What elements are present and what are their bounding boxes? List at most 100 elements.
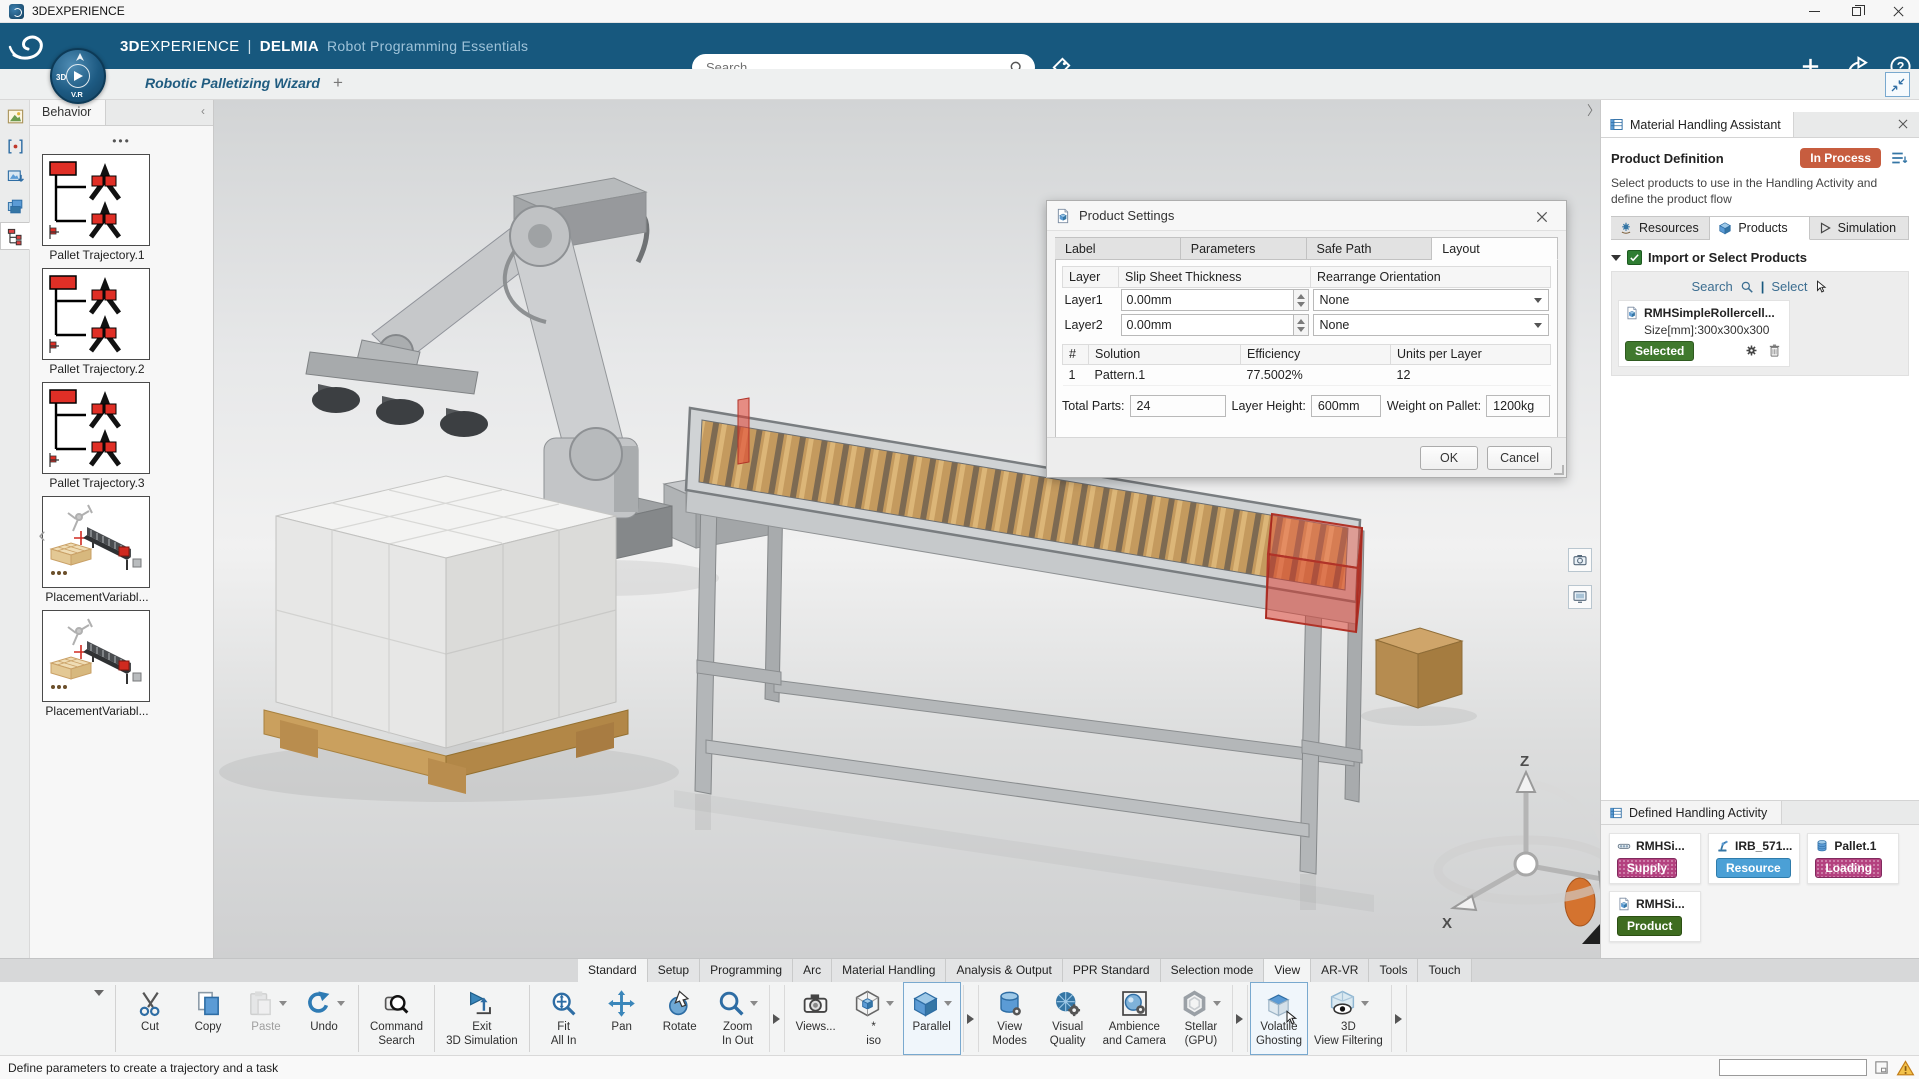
flyout-arrow[interactable] — [963, 985, 979, 1052]
panel-collapse-chevron[interactable]: ‹ — [201, 100, 213, 125]
resources[interactable]: Resources — [1611, 216, 1710, 240]
assistant-close-button[interactable] — [1896, 112, 1919, 137]
behavior-tab[interactable]: Behavior — [30, 100, 106, 125]
panel-edge-collapse[interactable]: ‹ — [32, 518, 52, 552]
roller-conveyor[interactable] — [686, 408, 1364, 910]
rotate-button[interactable]: Rotate — [651, 982, 709, 1055]
iso-view-button[interactable]: * iso — [845, 982, 903, 1055]
cancel-button[interactable]: Cancel — [1487, 446, 1552, 470]
analysis-output[interactable]: Analysis & Output — [946, 959, 1062, 982]
setup[interactable]: Setup — [648, 959, 700, 982]
product-settings-dialog[interactable]: Product Settings Label Parameters Safe P… — [1046, 200, 1567, 478]
viewport-resize-handle[interactable] — [1582, 924, 1600, 944]
visual-quality-button[interactable]: Visual Quality — [1039, 982, 1097, 1055]
chevron-down-icon[interactable] — [944, 1001, 952, 1006]
field-input[interactable] — [1130, 395, 1226, 417]
edge-equipment[interactable] — [1565, 878, 1595, 926]
chevron-down-icon[interactable] — [750, 1001, 758, 1006]
window-layout-icon[interactable] — [1873, 1059, 1890, 1076]
collapse-panels-button[interactable] — [1885, 72, 1910, 97]
status-input[interactable] — [1719, 1059, 1867, 1076]
view-filtering-button[interactable]: 3D View Filtering — [1308, 982, 1389, 1055]
undo-button[interactable]: Undo — [295, 982, 353, 1055]
tab-robotic-palletizing-wizard[interactable]: Robotic Palletizing Wizard — [145, 75, 320, 91]
dialog-close-button[interactable] — [1534, 207, 1558, 225]
standard[interactable]: Standard — [578, 959, 648, 982]
activity-card[interactable]: IRB_571... Resource — [1708, 833, 1800, 884]
tools[interactable]: Tools — [1369, 959, 1418, 982]
parallel-button[interactable]: Parallel — [903, 982, 961, 1055]
ppr-standard[interactable]: PPR Standard — [1063, 959, 1161, 982]
paste-button[interactable]: Paste — [237, 982, 295, 1055]
simulation[interactable]: Simulation — [1810, 216, 1909, 240]
flyout-arrow[interactable] — [1232, 985, 1248, 1052]
3dexperience-compass[interactable]: 3D V.R — [50, 48, 106, 104]
flyout-arrow[interactable] — [769, 985, 785, 1052]
3ds-logo[interactable] — [6, 27, 50, 67]
warning-icon[interactable] — [1896, 1059, 1913, 1076]
pan-button[interactable]: Pan — [593, 982, 651, 1055]
material-handling[interactable]: Material Handling — [832, 959, 946, 982]
fit-all-in-button[interactable]: Fit All In — [535, 982, 593, 1055]
activity-card[interactable]: RMHSi... Supply — [1609, 833, 1701, 884]
field-input[interactable] — [1486, 395, 1550, 417]
select-products-button[interactable]: Select — [1771, 279, 1807, 294]
activity-card[interactable]: Pallet.1 Loading — [1807, 833, 1899, 884]
safe-path[interactable]: Safe Path — [1307, 237, 1433, 260]
thickness-stepper[interactable] — [1294, 289, 1309, 311]
search-products-button[interactable]: Search — [1692, 279, 1733, 294]
orientation-select[interactable]: None — [1313, 289, 1549, 311]
products[interactable]: Products — [1710, 216, 1809, 240]
volatile-ghosting-button[interactable]: Volatile Ghosting — [1250, 982, 1308, 1055]
add-tab-button[interactable]: + — [327, 73, 349, 93]
arc[interactable]: Arc — [793, 959, 832, 982]
dialog-resize-handle[interactable] — [1554, 465, 1564, 475]
assistant-title-tab[interactable]: Material Handling Assistant — [1601, 112, 1794, 137]
label[interactable]: Label — [1055, 237, 1181, 260]
stellar-gpu-button[interactable]: Stellar (GPU) — [1172, 982, 1230, 1055]
maximize-button[interactable] — [1835, 0, 1877, 22]
thickness-input[interactable] — [1121, 314, 1294, 336]
thickness-stepper[interactable] — [1294, 314, 1309, 336]
exit-3d-simulation-button[interactable]: Exit 3D Simulation — [440, 982, 524, 1055]
programming[interactable]: Programming — [700, 959, 793, 982]
render-settings-button[interactable] — [1568, 548, 1592, 572]
step-list-icon[interactable] — [1889, 149, 1909, 167]
defined-activity-title-tab[interactable]: Defined Handling Activity — [1601, 801, 1782, 824]
behavior-item[interactable]: Pallet Trajectory.2 — [42, 268, 152, 376]
overflow-dots[interactable]: ••• — [30, 134, 213, 148]
close-button[interactable] — [1877, 0, 1919, 22]
parameters[interactable]: Parameters — [1181, 237, 1307, 260]
ambience-camera-button[interactable]: Ambience and Camera — [1097, 982, 1172, 1055]
layout[interactable]: Layout — [1432, 237, 1558, 260]
selection-mode[interactable]: Selection mode — [1161, 959, 1265, 982]
highlight-box[interactable] — [1266, 514, 1362, 632]
chevron-down-icon[interactable] — [1361, 1001, 1369, 1006]
gear-icon[interactable] — [1744, 343, 1760, 359]
dialog-title-bar[interactable]: Product Settings — [1047, 201, 1566, 231]
touch[interactable]: Touch — [1418, 959, 1471, 982]
ar-vr[interactable]: AR-VR — [1311, 959, 1369, 982]
behavior-item[interactable]: Pallet Trajectory.3 — [42, 382, 152, 490]
chevron-down-icon[interactable] — [886, 1001, 894, 1006]
group-checkbox[interactable] — [1627, 250, 1642, 265]
ok-button[interactable]: OK — [1420, 446, 1478, 470]
field-input[interactable] — [1311, 395, 1381, 417]
import-select-group[interactable]: Import or Select Products — [1611, 250, 1909, 265]
cut-button[interactable]: Cut — [121, 982, 179, 1055]
solution-row[interactable]: 1 Pattern.1 77.5002% 12 — [1063, 364, 1551, 385]
chevron-down-icon[interactable] — [1213, 1001, 1221, 1006]
view-modes-button[interactable]: View Modes — [981, 982, 1039, 1055]
slip-sheet-marker[interactable] — [738, 398, 749, 464]
behavior-item[interactable]: PlacementVariabl... — [42, 610, 152, 718]
screen-capture-button[interactable] — [1568, 585, 1592, 609]
copy-button[interactable]: Copy — [179, 982, 237, 1055]
search-icon[interactable] — [1740, 280, 1754, 294]
product-card[interactable]: RMHSimpleRollercell... Size[mm]:300x300x… — [1618, 300, 1790, 367]
pallet-stack[interactable] — [264, 476, 628, 794]
zoom-in-out-button[interactable]: Zoom In Out — [709, 982, 767, 1055]
toolbar-collapse-chevron[interactable] — [88, 982, 110, 1055]
behavior-item[interactable]: PlacementVariabl... — [42, 496, 152, 604]
behavior-item[interactable]: Pallet Trajectory.1 — [42, 154, 152, 262]
flyout-arrow[interactable] — [1391, 985, 1407, 1052]
